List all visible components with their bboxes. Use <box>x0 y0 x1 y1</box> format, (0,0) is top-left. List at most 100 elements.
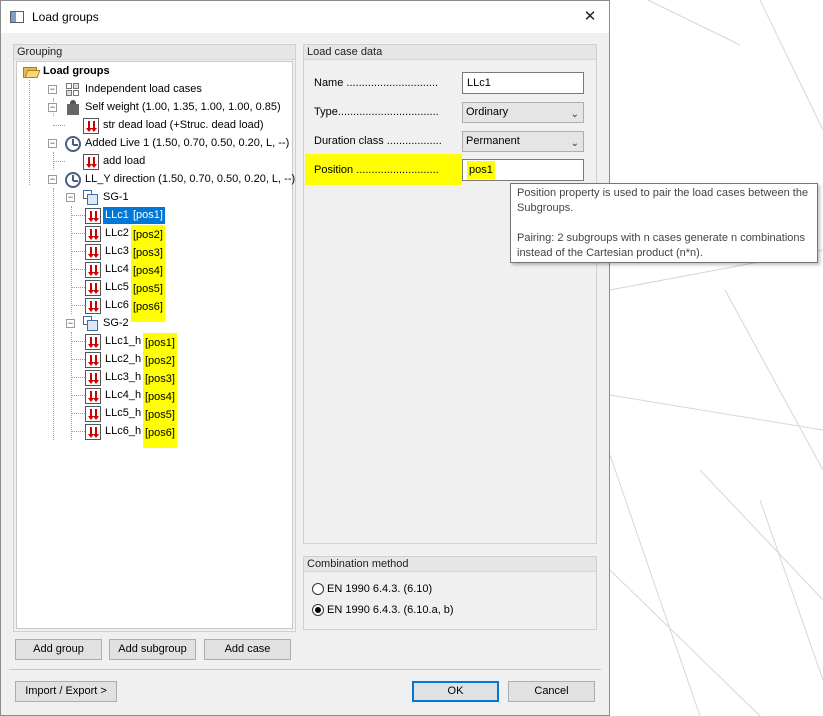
tree-connector <box>53 125 65 126</box>
load-case-icon <box>85 370 101 386</box>
case-name: LLc3 <box>105 245 129 257</box>
position-tooltip: Position property is used to pair the lo… <box>510 183 818 263</box>
load-case-icon <box>85 388 101 404</box>
tree-root-label: Load groups <box>43 65 110 77</box>
collapse-icon[interactable]: − <box>66 193 75 202</box>
load-case-data-header: Load case data <box>304 45 596 60</box>
tree-connector <box>71 359 85 360</box>
case-name: LLc6 <box>105 299 129 311</box>
tree-node-label: LL_Y direction (1.50, 0.70, 0.50, 0.20, … <box>85 173 296 185</box>
tree-connector <box>71 269 85 270</box>
type-label: Type................................. <box>314 106 439 118</box>
subgroup-icon <box>83 316 99 332</box>
tree-connector <box>71 395 85 396</box>
load-case-icon <box>83 154 99 170</box>
tree-node-label: Independent load cases <box>85 83 202 95</box>
tree-node-label: Added Live 1 (1.50, 0.70, 0.50, 0.20, L,… <box>85 137 290 149</box>
tree-node-label: SG-1 <box>103 191 129 203</box>
load-case-icon <box>85 280 101 296</box>
window-title: Load groups <box>32 10 99 24</box>
tree-connector <box>71 377 85 378</box>
case-name: LLc4_h <box>105 389 142 401</box>
load-case-icon <box>85 406 101 422</box>
add-case-button[interactable]: Add case <box>204 639 291 660</box>
tree-connector <box>71 305 85 306</box>
window-icon <box>10 11 24 23</box>
case-position-tag: [pos6] <box>131 297 165 322</box>
independent-icon <box>65 82 81 98</box>
tree-guide-line <box>29 80 30 185</box>
name-field[interactable]: LLc1 <box>462 72 584 94</box>
load-groups-tree[interactable]: Load groups − Independent load cases − Self … <box>16 61 295 629</box>
duration-class-value: Permanent <box>466 135 520 147</box>
radio-en1990-610-label: EN 1990 6.4.3. (6.10) <box>327 583 433 595</box>
tree-connector <box>71 233 85 234</box>
radio-en1990-610ab[interactable] <box>312 604 324 616</box>
type-select-value: Ordinary <box>466 106 509 118</box>
load-case-icon <box>85 208 101 224</box>
tree-connector <box>71 215 85 216</box>
radio-en1990-610ab-label: EN 1990 6.4.3. (6.10.a, b) <box>327 604 454 616</box>
case-position-tag: [pos6] <box>143 423 177 448</box>
load-case-icon <box>83 118 99 134</box>
case-name: LLc3_h <box>105 371 142 383</box>
tree-connector <box>71 431 85 432</box>
folder-open-icon <box>23 64 41 80</box>
position-value: pos1 <box>467 161 495 179</box>
add-subgroup-button[interactable]: Add subgroup <box>109 639 196 660</box>
chevron-down-icon: ⌄ <box>570 109 579 120</box>
load-case-icon <box>85 298 101 314</box>
collapse-icon[interactable]: − <box>48 139 57 148</box>
tree-node-label: SG-2 <box>103 317 129 329</box>
position-field[interactable]: pos1 <box>462 159 584 181</box>
case-name: LLc1 <box>103 207 131 224</box>
tree-node-label: Self weight (1.00, 1.35, 1.00, 1.00, 0.8… <box>85 101 281 113</box>
case-name: LLc2 <box>105 227 129 239</box>
tooltip-line-2: Pairing: 2 subgroups with n cases genera… <box>517 232 806 259</box>
case-name: LLc1_h <box>105 335 142 347</box>
tree-connector <box>71 413 85 414</box>
tree-connector <box>71 251 85 252</box>
load-case-icon <box>85 424 101 440</box>
load-case-icon <box>85 226 101 242</box>
tree-node-label: add load <box>103 155 146 167</box>
radio-en1990-610[interactable] <box>312 583 324 595</box>
combination-method-header: Combination method <box>304 557 596 572</box>
collapse-icon[interactable]: − <box>48 103 57 112</box>
footer-divider <box>9 669 601 670</box>
weight-icon <box>65 100 81 116</box>
tree-guide-line <box>71 206 72 314</box>
tree-guide-line <box>71 332 72 440</box>
cancel-button[interactable]: Cancel <box>508 681 595 702</box>
duration-class-select[interactable]: Permanent ⌄ <box>462 131 584 152</box>
type-select[interactable]: Ordinary ⌄ <box>462 102 584 123</box>
case-name: LLc5 <box>105 281 129 293</box>
title-bar: Load groups ✕ <box>1 1 609 33</box>
subgroup-icon <box>83 190 99 206</box>
name-label: Name .............................. <box>314 77 439 89</box>
position-label: Position ........................... <box>314 164 439 176</box>
close-icon[interactable]: ✕ <box>577 5 603 29</box>
load-groups-dialog: Load groups ✕ Grouping Load groups − Indep… <box>0 0 610 716</box>
case-position-tag: [pos1] <box>131 207 165 224</box>
tree-node-label: str dead load (+Struc. dead load) <box>103 119 264 131</box>
tree-connector <box>71 287 85 288</box>
duration-class-label: Duration class .................. <box>314 135 442 147</box>
ok-button[interactable]: OK <box>412 681 499 702</box>
add-group-button[interactable]: Add group <box>15 639 102 660</box>
case-name: LLc5_h <box>105 407 142 419</box>
case-name: LLc6_h <box>105 425 142 437</box>
grouping-header: Grouping <box>14 45 295 60</box>
tooltip-line-1: Position property is used to pair the lo… <box>517 187 809 214</box>
chevron-down-icon: ⌄ <box>570 138 579 149</box>
case-name: LLc4 <box>105 263 129 275</box>
collapse-icon[interactable]: − <box>48 85 57 94</box>
collapse-icon[interactable]: − <box>48 175 57 184</box>
clock-icon <box>65 136 81 152</box>
load-case-icon <box>85 262 101 278</box>
load-case-icon <box>85 352 101 368</box>
import-export-button[interactable]: Import / Export > <box>15 681 117 702</box>
tree-connector <box>71 341 85 342</box>
load-case-icon <box>85 334 101 350</box>
collapse-icon[interactable]: − <box>66 319 75 328</box>
